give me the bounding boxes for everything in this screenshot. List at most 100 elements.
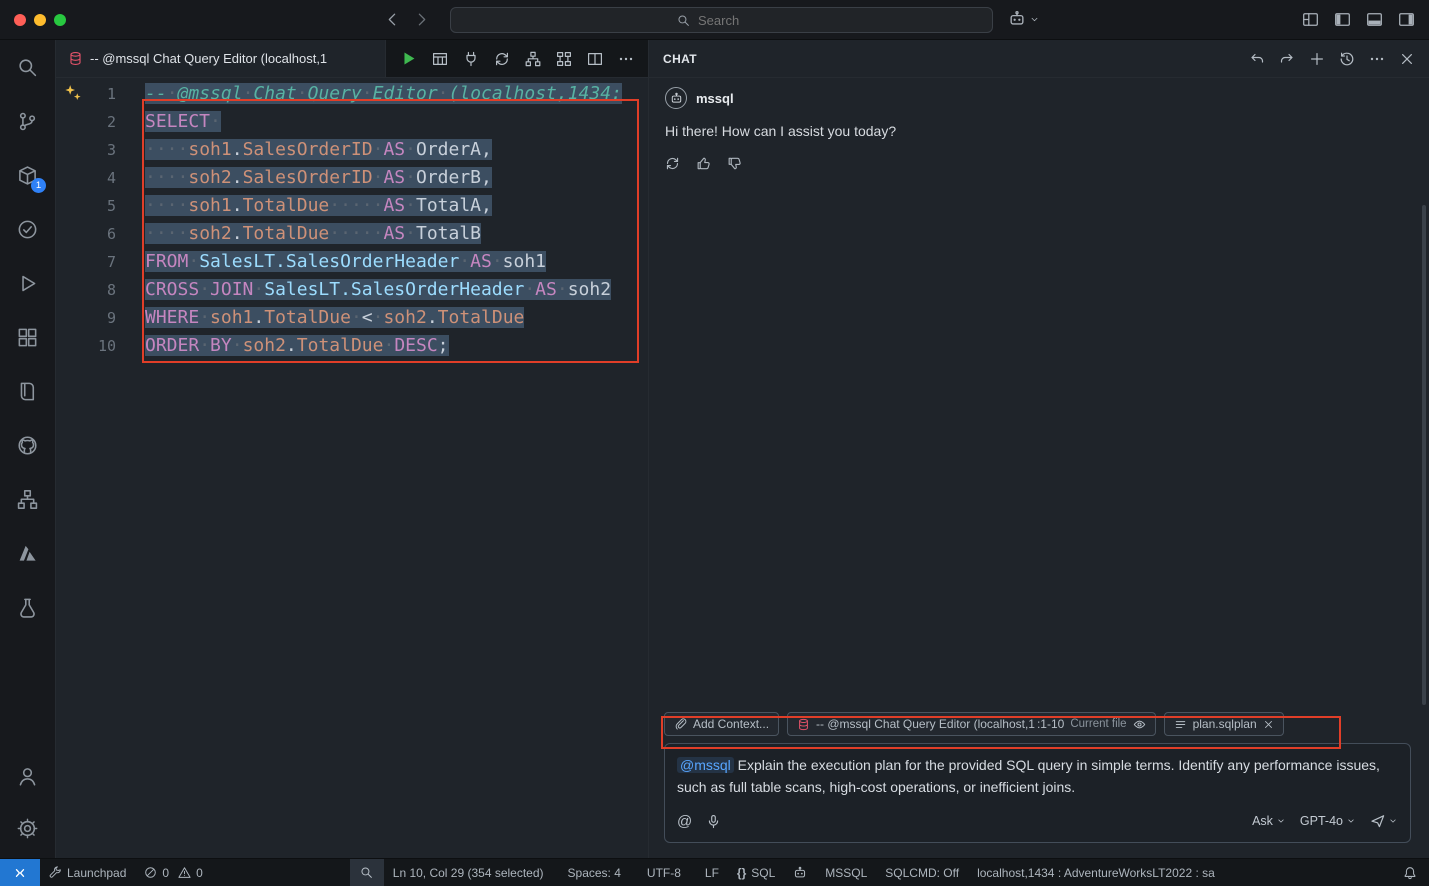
thumbs-down-icon[interactable] bbox=[727, 156, 742, 171]
chat-history-icon[interactable] bbox=[1339, 51, 1355, 67]
line-number: 9 bbox=[56, 304, 116, 332]
mode-picker[interactable]: Ask bbox=[1252, 814, 1286, 828]
actual-plan-icon[interactable] bbox=[556, 51, 572, 67]
file-lines-icon bbox=[1174, 718, 1187, 731]
problems-button[interactable]: 0 0 bbox=[135, 859, 211, 886]
indentation-indicator[interactable]: Spaces: 4 bbox=[559, 859, 630, 886]
minimize-window-button[interactable] bbox=[34, 14, 46, 26]
cursor-position[interactable]: Ln 10, Col 29 (354 selected) bbox=[384, 859, 553, 886]
code-line-8[interactable]: CROSS·JOIN·SalesLT.SalesOrderHeader·AS·s… bbox=[145, 276, 648, 304]
send-button[interactable] bbox=[1370, 813, 1398, 829]
toggle-primary-sidebar-icon[interactable] bbox=[1334, 11, 1351, 28]
eol-indicator[interactable]: LF bbox=[696, 859, 728, 886]
more-actions-icon[interactable] bbox=[618, 51, 634, 67]
remove-context-icon[interactable] bbox=[1263, 719, 1274, 730]
context-chip-current-file[interactable]: -- @mssql Chat Query Editor (localhost,1… bbox=[787, 712, 1156, 736]
language-indicator[interactable]: {} SQL bbox=[728, 859, 784, 886]
code-editor[interactable]: 12345678910 --·@mssql·Chat·Query·Editor·… bbox=[56, 78, 648, 858]
change-connection-icon[interactable] bbox=[494, 51, 510, 67]
vscode-window: { "colors": { "annotation_red": "#e03e28… bbox=[0, 0, 1429, 886]
command-center-search[interactable] bbox=[450, 7, 993, 33]
results-grid-icon[interactable] bbox=[432, 51, 448, 67]
tab-chat[interactable]: CHAT bbox=[663, 52, 697, 66]
editor-tab[interactable]: -- @mssql Chat Query Editor (localhost,1 bbox=[56, 40, 386, 77]
customize-layout-icon[interactable] bbox=[1302, 11, 1319, 28]
sidebar-item-azure[interactable] bbox=[0, 526, 55, 580]
add-context-button[interactable]: Add Context... bbox=[664, 712, 779, 736]
launchpad-label: Launchpad bbox=[67, 866, 126, 880]
editor-group: -- @mssql Chat Query Editor (localhost,1… bbox=[56, 40, 648, 858]
zoom-indicator[interactable] bbox=[350, 859, 384, 886]
maximize-window-button[interactable] bbox=[54, 14, 66, 26]
code-lines: --·@mssql·Chat·Query·Editor·(localhost,1… bbox=[145, 80, 648, 360]
line-number: 10 bbox=[56, 332, 116, 360]
code-line-2[interactable]: SELECT· bbox=[145, 108, 648, 136]
new-chat-icon[interactable] bbox=[1309, 51, 1325, 67]
chevron-down-icon bbox=[1029, 14, 1040, 25]
code-line-10[interactable]: ORDER·BY·soh2.TotalDue·DESC; bbox=[145, 332, 648, 360]
code-line-7[interactable]: FROM·SalesLT.SalesOrderHeader·AS·soh1 bbox=[145, 248, 648, 276]
disconnect-icon[interactable] bbox=[463, 51, 479, 67]
chat-messages: mssql Hi there! How can I assist you tod… bbox=[649, 78, 1429, 180]
encoding-indicator[interactable]: UTF-8 bbox=[638, 859, 690, 886]
settings-button[interactable] bbox=[0, 802, 55, 854]
eye-icon[interactable] bbox=[1133, 718, 1146, 731]
mention-icon[interactable]: @ bbox=[677, 813, 692, 830]
code-line-3[interactable]: ····soh1.SalesOrderID·AS·OrderA, bbox=[145, 136, 648, 164]
run-query-button[interactable] bbox=[400, 50, 417, 67]
sidebar-item-testing[interactable] bbox=[0, 202, 55, 256]
context-chip-plan-file[interactable]: plan.sqlplan bbox=[1164, 712, 1284, 736]
code-line-4[interactable]: ····soh2.SalesOrderID·AS·OrderB, bbox=[145, 164, 648, 192]
chat-panel: CHAT mssql Hi there! How can I assist yo… bbox=[648, 40, 1429, 858]
sqlcmd-indicator[interactable]: SQLCMD: Off bbox=[876, 859, 968, 886]
sidebar-item-mssql[interactable] bbox=[0, 580, 55, 634]
history-forward-button[interactable] bbox=[413, 11, 430, 28]
redo-icon[interactable] bbox=[1279, 51, 1295, 67]
chat-input-text[interactable]: @mssql Explain the execution plan for th… bbox=[677, 754, 1398, 798]
code-line-9[interactable]: WHERE·soh1.TotalDue·<·soh2.TotalDue bbox=[145, 304, 648, 332]
undo-icon[interactable] bbox=[1249, 51, 1265, 67]
sidebar-item-search[interactable] bbox=[0, 40, 55, 94]
context-file-title: -- @mssql Chat Query Editor (localhost,1 bbox=[816, 717, 1035, 731]
code-line-6[interactable]: ····soh2.TotalDue·····AS·TotalB bbox=[145, 220, 648, 248]
accounts-button[interactable] bbox=[0, 750, 55, 802]
chat-input-area: Add Context... -- @mssql Chat Query Edit… bbox=[664, 709, 1411, 843]
thumbs-up-icon[interactable] bbox=[696, 156, 711, 171]
bell-icon bbox=[1403, 866, 1417, 880]
sidebar-item-run-debug[interactable] bbox=[0, 256, 55, 310]
sidebar-item-source-control[interactable] bbox=[0, 94, 55, 148]
mention-chip[interactable]: @mssql bbox=[677, 757, 734, 773]
sidebar-item-extensions[interactable] bbox=[0, 310, 55, 364]
regenerate-icon[interactable] bbox=[665, 156, 680, 171]
connection-indicator[interactable]: localhost,1434 : AdventureWorksLT2022 : … bbox=[968, 859, 1224, 886]
sidebar-item-infrastructure[interactable] bbox=[0, 472, 55, 526]
line-number: 4 bbox=[56, 164, 116, 192]
sidebar-item-docs[interactable] bbox=[0, 364, 55, 418]
sidebar-item-github[interactable] bbox=[0, 418, 55, 472]
chevron-down-icon bbox=[1388, 816, 1398, 826]
estimated-plan-icon[interactable] bbox=[525, 51, 541, 67]
code-line-1[interactable]: --·@mssql·Chat·Query·Editor·(localhost,1… bbox=[145, 80, 648, 108]
sidebar-item-package[interactable]: 1 bbox=[0, 148, 55, 202]
copilot-status[interactable] bbox=[784, 859, 816, 886]
context-chips-row: Add Context... -- @mssql Chat Query Edit… bbox=[664, 709, 1411, 739]
scrollbar[interactable] bbox=[1422, 205, 1426, 705]
mssql-indicator[interactable]: MSSQL bbox=[816, 859, 876, 886]
toggle-secondary-sidebar-icon[interactable] bbox=[1398, 11, 1415, 28]
model-picker[interactable]: GPT-4o bbox=[1300, 814, 1356, 828]
history-back-button[interactable] bbox=[384, 11, 401, 28]
copilot-menu-button[interactable] bbox=[1008, 10, 1040, 28]
toggle-panel-icon[interactable] bbox=[1366, 11, 1383, 28]
mic-icon[interactable] bbox=[706, 814, 721, 829]
close-window-button[interactable] bbox=[14, 14, 26, 26]
search-input[interactable] bbox=[696, 12, 766, 29]
split-editor-icon[interactable] bbox=[587, 51, 603, 67]
code-line-5[interactable]: ····soh1.TotalDue·····AS·TotalA, bbox=[145, 192, 648, 220]
chat-input-box[interactable]: @mssql Explain the execution plan for th… bbox=[664, 743, 1411, 843]
close-icon[interactable] bbox=[1399, 51, 1415, 67]
error-count: 0 bbox=[162, 866, 169, 880]
notifications-button[interactable] bbox=[1394, 859, 1429, 886]
launchpad-button[interactable]: Launchpad bbox=[40, 859, 135, 886]
more-actions-icon[interactable] bbox=[1369, 51, 1385, 67]
remote-indicator[interactable] bbox=[0, 859, 40, 886]
